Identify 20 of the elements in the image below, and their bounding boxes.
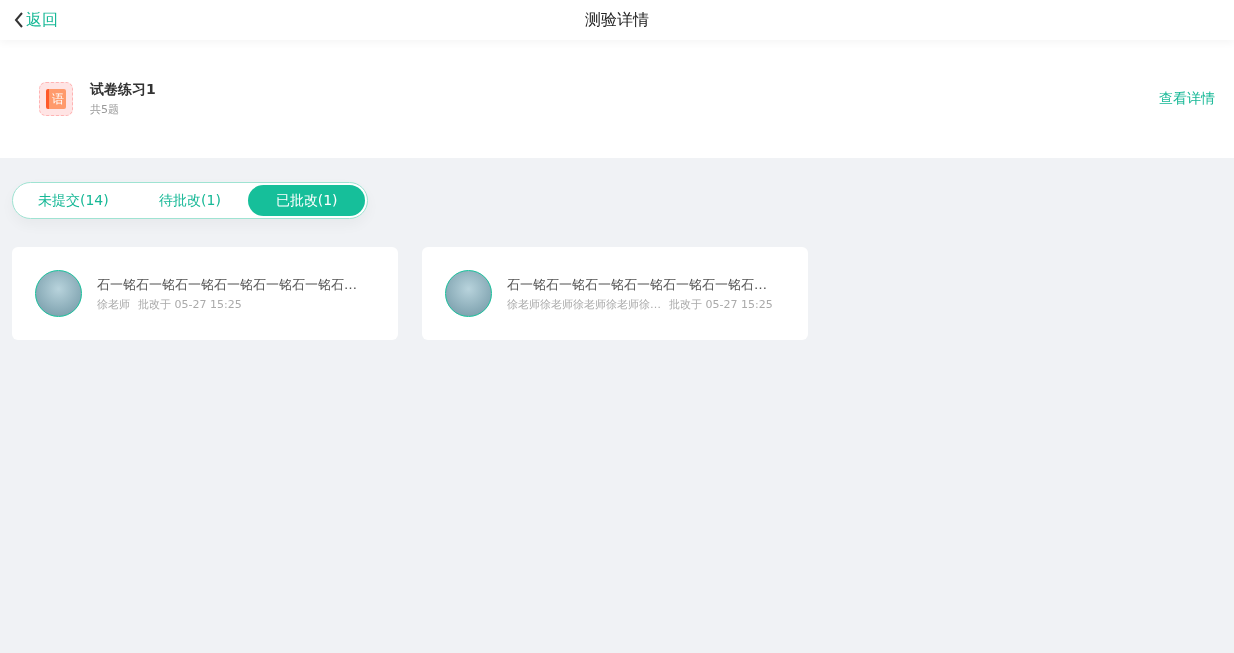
graded-record-card[interactable]: 石一铭石一铭石一铭石一铭石一铭石一铭石… 徐老师徐老师徐老师徐老师徐… 批改于 05-27 15:25: [422, 247, 808, 340]
graded-time: 批改于 05-27 15:25: [138, 296, 242, 312]
graded-time: 批改于 05-27 15:25: [669, 296, 773, 312]
status-tab[interactable]: 已批改(1): [248, 185, 365, 216]
subject-book-icon: 语: [39, 82, 73, 116]
avatar-photo-placeholder: [35, 270, 82, 317]
status-tab[interactable]: 待批改(1): [131, 185, 249, 216]
student-name: 石一铭石一铭石一铭石一铭石一铭石一铭石…: [97, 275, 357, 294]
back-chevron-icon: [14, 12, 24, 28]
view-details-link[interactable]: 查看详情: [1159, 90, 1215, 108]
status-tab[interactable]: 未提交(14): [15, 185, 132, 216]
page-title: 测验详情: [585, 9, 649, 31]
question-count: 共5题: [90, 102, 119, 117]
teacher-name: 徐老师徐老师徐老师徐老师徐…: [507, 296, 661, 312]
teacher-name: 徐老师: [97, 296, 130, 312]
avatar-photo-placeholder: [445, 270, 492, 317]
back-link[interactable]: 返回: [14, 9, 58, 31]
graded-record-card[interactable]: 石一铭石一铭石一铭石一铭石一铭石一铭石… 徐老师 批改于 05-27 15:25: [12, 247, 398, 340]
exam-name: 试卷练习1: [90, 81, 156, 99]
student-name: 石一铭石一铭石一铭石一铭石一铭石一铭石…: [507, 275, 767, 294]
